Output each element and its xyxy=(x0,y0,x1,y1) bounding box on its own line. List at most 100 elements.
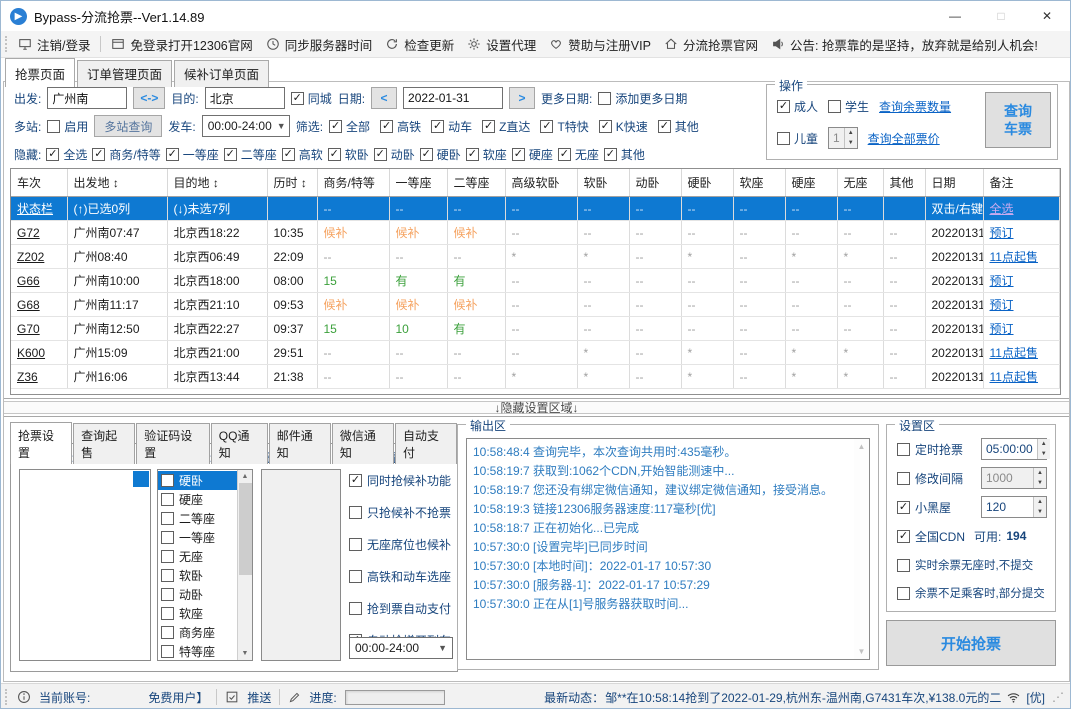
child-box[interactable] xyxy=(777,131,790,145)
push-label[interactable]: 推送 xyxy=(247,689,271,706)
enable-checkbox[interactable]: 启用 xyxy=(47,118,88,135)
cdn-checkbox[interactable] xyxy=(897,529,910,543)
child-checkbox[interactable]: 儿童 xyxy=(777,130,818,147)
seat-option-box[interactable] xyxy=(161,607,174,620)
scroll-up-icon[interactable]: ▲ xyxy=(242,470,249,483)
swap-stations-button[interactable]: <-> xyxy=(133,87,166,109)
filter-check-2[interactable]: 高铁 xyxy=(380,118,421,135)
start-grab-button[interactable]: 开始抢票 xyxy=(886,620,1056,666)
student-checkbox[interactable]: 学生 xyxy=(828,98,869,115)
interval-stepper[interactable]: 1000 ▲ ▼ xyxy=(981,467,1047,489)
seat-option-2[interactable]: 硬座 xyxy=(158,490,237,509)
train-number-link[interactable]: K600 xyxy=(17,346,45,360)
grab-option-box[interactable] xyxy=(349,474,362,487)
stepper-arrows-icon[interactable]: ▲ ▼ xyxy=(1036,439,1050,459)
from-input[interactable]: 广州南 xyxy=(47,87,128,109)
toolbar-item-8[interactable]: 公告: 抢票靠的是坚持，放弃就是给别人机会! xyxy=(771,35,1038,54)
page-tab-3[interactable]: 候补订单页面 xyxy=(174,60,270,87)
hide-check-box[interactable] xyxy=(603,147,617,161)
stepper-arrows-icon[interactable]: ▲ ▼ xyxy=(843,128,857,148)
hide-check-box[interactable] xyxy=(557,147,571,161)
maximize-button[interactable]: □ xyxy=(978,1,1024,31)
filter-check-box[interactable] xyxy=(540,119,554,133)
column-header[interactable]: 软座 xyxy=(733,169,786,197)
hide-check-6[interactable]: 软卧 xyxy=(327,146,369,163)
settings-tab-3[interactable]: 验证码设置 xyxy=(136,423,210,464)
seat-option-box[interactable] xyxy=(161,531,174,544)
toolbar-item-3[interactable]: 同步服务器时间 xyxy=(266,35,372,54)
book-link[interactable]: 预订 xyxy=(990,226,1014,240)
settings-tab-2[interactable]: 查询起售 xyxy=(73,423,136,464)
partial-submit-checkbox[interactable] xyxy=(897,586,910,600)
scroll-up-icon[interactable]: ▲ xyxy=(858,439,866,454)
hide-check-5[interactable]: 高软 xyxy=(281,146,323,163)
grab-option-5[interactable]: 抢到票自动支付 xyxy=(349,600,455,617)
column-header[interactable]: 高级软卧 xyxy=(505,169,578,197)
timed-grab-time-stepper[interactable]: 05:00:00 ▲ ▼ xyxy=(981,438,1050,460)
train-row[interactable]: Z202 广州08:40 北京西06:49 22:09 -- -- -- * * -- * -- * * -… xyxy=(11,244,1060,269)
filter-check-box[interactable] xyxy=(598,119,612,133)
seat-option-4[interactable]: 一等座 xyxy=(158,528,237,547)
hide-check-7[interactable]: 动卧 xyxy=(373,146,415,163)
train-row[interactable]: G70 广州南12:50 北京西22:27 09:37 15 10 有 -- -- -- -- -- -… xyxy=(11,316,1060,341)
toolbar-item-2[interactable]: 免登录打开12306官网 xyxy=(111,35,253,54)
adult-checkbox[interactable]: 成人 xyxy=(777,98,818,115)
depart-time-select[interactable]: 00:00-24:00 ▼ xyxy=(201,115,290,137)
stepper-arrows-icon[interactable]: ▲ ▼ xyxy=(1033,497,1046,517)
add-more-dates-box[interactable] xyxy=(598,91,612,105)
train-row[interactable]: G68 广州南11:17 北京西21:10 09:53 候补 候补 候补 -- -- -- -- --… xyxy=(11,292,1060,317)
settings-tab-7[interactable]: 自动支付 xyxy=(394,423,458,464)
select-all-link[interactable]: 全选 xyxy=(990,202,1014,216)
status-row[interactable]: 状态栏 (↑)已选0列 (↓)未选7列 -- -- -- -- -- -- -- -- -- -- 双击/… xyxy=(11,196,1060,221)
passenger-list[interactable] xyxy=(19,469,151,661)
column-header[interactable]: 二等座 xyxy=(447,169,506,197)
train-number-link[interactable]: Z36 xyxy=(17,370,38,384)
seat-option-3[interactable]: 二等座 xyxy=(158,509,237,528)
query-tickets-button[interactable]: 查询 车票 xyxy=(985,92,1051,148)
stepper-arrows-icon[interactable]: ▲ ▼ xyxy=(1033,468,1046,488)
output-scrollbar[interactable]: ▲ ▼ xyxy=(854,439,869,659)
hide-check-box[interactable] xyxy=(46,147,60,161)
grab-option-1[interactable]: 同时抢候补功能 xyxy=(349,472,455,489)
grab-option-3[interactable]: 无座席位也候补 xyxy=(349,536,455,553)
hide-check-box[interactable] xyxy=(92,147,106,161)
status-link[interactable]: 状态栏 xyxy=(17,202,53,216)
column-header[interactable]: 软卧 xyxy=(577,169,630,197)
hide-check-4[interactable]: 二等座 xyxy=(223,146,277,163)
seat-option-box[interactable] xyxy=(161,626,174,639)
scrollbar-thumb[interactable] xyxy=(238,483,252,575)
grab-option-2[interactable]: 只抢候补不抢票 xyxy=(349,504,455,521)
grab-option-4[interactable]: 高铁和动车选座 xyxy=(349,568,455,585)
seat-option-box[interactable] xyxy=(161,550,174,563)
page-tab-1[interactable]: 抢票页面 xyxy=(5,58,76,87)
timed-grab-checkbox[interactable] xyxy=(897,442,910,456)
grab-option-box[interactable] xyxy=(349,602,362,615)
filter-check-6[interactable]: K快速 xyxy=(598,118,648,135)
book-link[interactable]: 预订 xyxy=(990,274,1014,288)
filter-check-4[interactable]: Z直达 xyxy=(482,118,530,135)
column-header[interactable]: 其他 xyxy=(883,169,926,197)
book-link[interactable]: 预订 xyxy=(990,298,1014,312)
scroll-down-icon[interactable]: ▼ xyxy=(858,644,866,659)
toolbar-item-4[interactable]: 检查更新 xyxy=(385,35,454,54)
grab-time-range-select[interactable]: 00:00-24:00 ▼ xyxy=(349,637,453,659)
query-remaining-link[interactable]: 查询余票数量 xyxy=(879,98,951,115)
hide-check-10[interactable]: 硬座 xyxy=(511,146,553,163)
grab-option-box[interactable] xyxy=(349,506,362,519)
seat-option-7[interactable]: 动卧 xyxy=(158,585,237,604)
column-header[interactable]: 车次 xyxy=(11,169,68,197)
column-header[interactable]: 目的地 ↕ xyxy=(167,169,268,197)
child-count-stepper[interactable]: 1 ▲ ▼ xyxy=(828,127,858,149)
selected-trains-list[interactable] xyxy=(261,469,341,661)
filter-check-7[interactable]: 其他 xyxy=(657,118,699,135)
filter-check-3[interactable]: 动车 xyxy=(431,118,472,135)
grab-option-box[interactable] xyxy=(349,538,362,551)
student-box[interactable] xyxy=(828,99,842,113)
seat-option-box[interactable] xyxy=(161,588,174,601)
settings-tab-1[interactable]: 抢票设置 xyxy=(10,422,73,464)
page-tab-2[interactable]: 订单管理页面 xyxy=(77,60,173,87)
column-header[interactable]: 硬座 xyxy=(785,169,838,197)
add-more-dates-checkbox[interactable]: 添加更多日期 xyxy=(598,90,687,107)
train-number-link[interactable]: G66 xyxy=(17,274,40,288)
minimize-button[interactable]: — xyxy=(932,1,978,31)
